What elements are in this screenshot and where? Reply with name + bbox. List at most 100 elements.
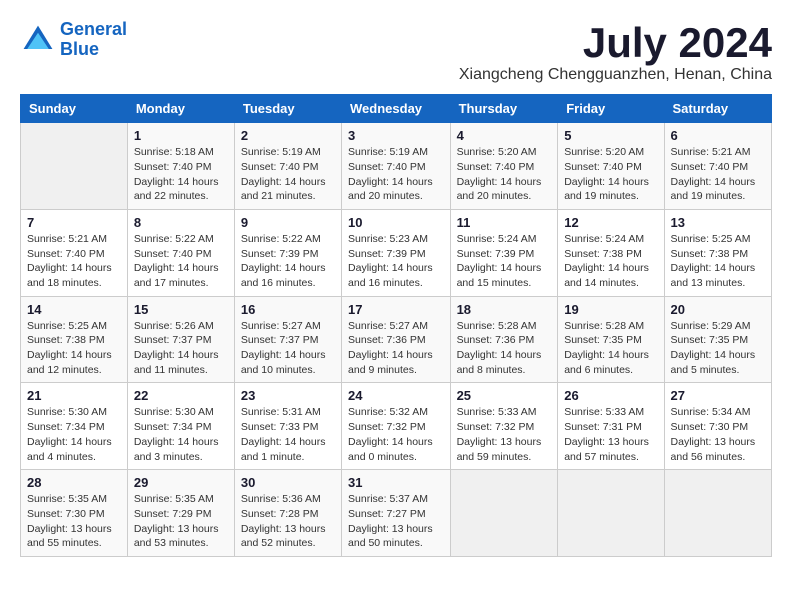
calendar-cell: 29Sunrise: 5:35 AM Sunset: 7:29 PM Dayli… — [127, 470, 234, 557]
calendar-cell: 11 Sunrise: 5:24 AM Sunset: 7:39 PM Dayli… — [450, 209, 558, 296]
day-number: 27 — [671, 388, 765, 403]
weekday-header-cell: Friday — [558, 95, 664, 123]
day-info: Sunrise: 5:24 AM Sunset: 7:38 PM Dayligh… — [564, 232, 657, 291]
day-number: 10 — [348, 215, 444, 230]
calendar-cell: 12 Sunrise: 5:24 AM Sunset: 7:38 PM Dayli… — [558, 209, 664, 296]
weekday-header-cell: Saturday — [664, 95, 771, 123]
day-number: 17 — [348, 302, 444, 317]
day-number: 13 — [671, 215, 765, 230]
day-info: Sunrise: 5:22 AM Sunset: 7:40 PM Dayligh… — [134, 232, 228, 291]
calendar-cell: 26Sunrise: 5:33 AM Sunset: 7:31 PM Dayli… — [558, 383, 664, 470]
month-title: July 2024 — [459, 20, 772, 66]
calendar-cell — [21, 123, 128, 210]
day-number: 31 — [348, 475, 444, 490]
day-info: Sunrise: 5:30 AM Sunset: 7:34 PM Dayligh… — [134, 405, 228, 464]
calendar-cell — [558, 470, 664, 557]
day-info: Sunrise: 5:32 AM Sunset: 7:32 PM Dayligh… — [348, 405, 444, 464]
calendar-cell — [450, 470, 558, 557]
calendar-cell: 31Sunrise: 5:37 AM Sunset: 7:27 PM Dayli… — [342, 470, 451, 557]
day-info: Sunrise: 5:25 AM Sunset: 7:38 PM Dayligh… — [27, 319, 121, 378]
logo-text: General Blue — [60, 20, 127, 60]
day-number: 30 — [241, 475, 335, 490]
day-number: 24 — [348, 388, 444, 403]
day-number: 8 — [134, 215, 228, 230]
calendar-cell: 16 Sunrise: 5:27 AM Sunset: 7:37 PM Dayli… — [234, 296, 341, 383]
day-number: 20 — [671, 302, 765, 317]
day-number: 15 — [134, 302, 228, 317]
day-number: 25 — [457, 388, 552, 403]
day-number: 14 — [27, 302, 121, 317]
logo: General Blue — [20, 20, 127, 60]
day-number: 4 — [457, 128, 552, 143]
weekday-header-cell: Monday — [127, 95, 234, 123]
day-info: Sunrise: 5:24 AM Sunset: 7:39 PM Dayligh… — [457, 232, 552, 291]
day-number: 26 — [564, 388, 657, 403]
calendar-cell: 6 Sunrise: 5:21 AM Sunset: 7:40 PM Daylig… — [664, 123, 771, 210]
day-info: Sunrise: 5:19 AM Sunset: 7:40 PM Dayligh… — [348, 145, 444, 204]
day-info: Sunrise: 5:28 AM Sunset: 7:35 PM Dayligh… — [564, 319, 657, 378]
location: Xiangcheng Chengguanzhen, Henan, China — [459, 66, 772, 84]
day-number: 16 — [241, 302, 335, 317]
calendar-cell: 22Sunrise: 5:30 AM Sunset: 7:34 PM Dayli… — [127, 383, 234, 470]
day-info: Sunrise: 5:34 AM Sunset: 7:30 PM Dayligh… — [671, 405, 765, 464]
calendar-cell: 30 Sunrise: 5:36 AM Sunset: 7:28 PM Dayli… — [234, 470, 341, 557]
calendar-cell: 25 Sunrise: 5:33 AM Sunset: 7:32 PM Dayli… — [450, 383, 558, 470]
calendar-cell: 13 Sunrise: 5:25 AM Sunset: 7:38 PM Dayli… — [664, 209, 771, 296]
day-info: Sunrise: 5:30 AM Sunset: 7:34 PM Dayligh… — [27, 405, 121, 464]
day-info: Sunrise: 5:36 AM Sunset: 7:28 PM Dayligh… — [241, 492, 335, 551]
weekday-header-cell: Thursday — [450, 95, 558, 123]
day-number: 21 — [27, 388, 121, 403]
day-number: 11 — [457, 215, 552, 230]
calendar-cell: 20 Sunrise: 5:29 AM Sunset: 7:35 PM Dayli… — [664, 296, 771, 383]
title-block: July 2024 Xiangcheng Chengguanzhen, Hena… — [459, 20, 772, 84]
calendar-cell: 3 Sunrise: 5:19 AM Sunset: 7:40 PM Daylig… — [342, 123, 451, 210]
calendar-cell: 10Sunrise: 5:23 AM Sunset: 7:39 PM Dayli… — [342, 209, 451, 296]
day-number: 5 — [564, 128, 657, 143]
calendar-cell: 19 Sunrise: 5:28 AM Sunset: 7:35 PM Dayli… — [558, 296, 664, 383]
day-info: Sunrise: 5:31 AM Sunset: 7:33 PM Dayligh… — [241, 405, 335, 464]
day-info: Sunrise: 5:26 AM Sunset: 7:37 PM Dayligh… — [134, 319, 228, 378]
day-info: Sunrise: 5:20 AM Sunset: 7:40 PM Dayligh… — [564, 145, 657, 204]
day-number: 1 — [134, 128, 228, 143]
calendar-cell: 28Sunrise: 5:35 AM Sunset: 7:30 PM Dayli… — [21, 470, 128, 557]
calendar-cell: 1 Sunrise: 5:18 AM Sunset: 7:40 PM Daylig… — [127, 123, 234, 210]
day-number: 6 — [671, 128, 765, 143]
day-number: 19 — [564, 302, 657, 317]
day-number: 18 — [457, 302, 552, 317]
day-number: 3 — [348, 128, 444, 143]
day-info: Sunrise: 5:25 AM Sunset: 7:38 PM Dayligh… — [671, 232, 765, 291]
day-number: 29 — [134, 475, 228, 490]
calendar-week-row: 21 Sunrise: 5:30 AM Sunset: 7:34 PM Dayli… — [21, 383, 772, 470]
weekday-header-cell: Tuesday — [234, 95, 341, 123]
calendar-week-row: 14 Sunrise: 5:25 AM Sunset: 7:38 PM Dayli… — [21, 296, 772, 383]
day-info: Sunrise: 5:29 AM Sunset: 7:35 PM Dayligh… — [671, 319, 765, 378]
calendar-cell: 8 Sunrise: 5:22 AM Sunset: 7:40 PM Daylig… — [127, 209, 234, 296]
calendar-table: SundayMondayTuesdayWednesdayThursdayFrid… — [20, 94, 772, 557]
calendar-cell: 9Sunrise: 5:22 AM Sunset: 7:39 PM Daylig… — [234, 209, 341, 296]
calendar-cell: 4 Sunrise: 5:20 AM Sunset: 7:40 PM Daylig… — [450, 123, 558, 210]
day-info: Sunrise: 5:33 AM Sunset: 7:32 PM Dayligh… — [457, 405, 552, 464]
calendar-cell: 18Sunrise: 5:28 AM Sunset: 7:36 PM Dayli… — [450, 296, 558, 383]
calendar-week-row: 28Sunrise: 5:35 AM Sunset: 7:30 PM Dayli… — [21, 470, 772, 557]
calendar-cell — [664, 470, 771, 557]
day-number: 12 — [564, 215, 657, 230]
day-info: Sunrise: 5:18 AM Sunset: 7:40 PM Dayligh… — [134, 145, 228, 204]
day-number: 28 — [27, 475, 121, 490]
calendar-cell: 21 Sunrise: 5:30 AM Sunset: 7:34 PM Dayli… — [21, 383, 128, 470]
logo-general: General — [60, 19, 127, 39]
day-info: Sunrise: 5:20 AM Sunset: 7:40 PM Dayligh… — [457, 145, 552, 204]
logo-icon — [20, 22, 56, 58]
calendar-body: 1 Sunrise: 5:18 AM Sunset: 7:40 PM Daylig… — [21, 123, 772, 557]
calendar-cell: 17Sunrise: 5:27 AM Sunset: 7:36 PM Dayli… — [342, 296, 451, 383]
day-info: Sunrise: 5:27 AM Sunset: 7:37 PM Dayligh… — [241, 319, 335, 378]
calendar-cell: 7Sunrise: 5:21 AM Sunset: 7:40 PM Daylig… — [21, 209, 128, 296]
calendar-cell: 2Sunrise: 5:19 AM Sunset: 7:40 PM Daylig… — [234, 123, 341, 210]
calendar-cell: 15 Sunrise: 5:26 AM Sunset: 7:37 PM Dayli… — [127, 296, 234, 383]
day-info: Sunrise: 5:21 AM Sunset: 7:40 PM Dayligh… — [671, 145, 765, 204]
weekday-header-cell: Sunday — [21, 95, 128, 123]
calendar-cell: 23Sunrise: 5:31 AM Sunset: 7:33 PM Dayli… — [234, 383, 341, 470]
day-info: Sunrise: 5:22 AM Sunset: 7:39 PM Dayligh… — [241, 232, 335, 291]
day-info: Sunrise: 5:21 AM Sunset: 7:40 PM Dayligh… — [27, 232, 121, 291]
calendar-cell: 27 Sunrise: 5:34 AM Sunset: 7:30 PM Dayli… — [664, 383, 771, 470]
calendar-cell: 14 Sunrise: 5:25 AM Sunset: 7:38 PM Dayli… — [21, 296, 128, 383]
